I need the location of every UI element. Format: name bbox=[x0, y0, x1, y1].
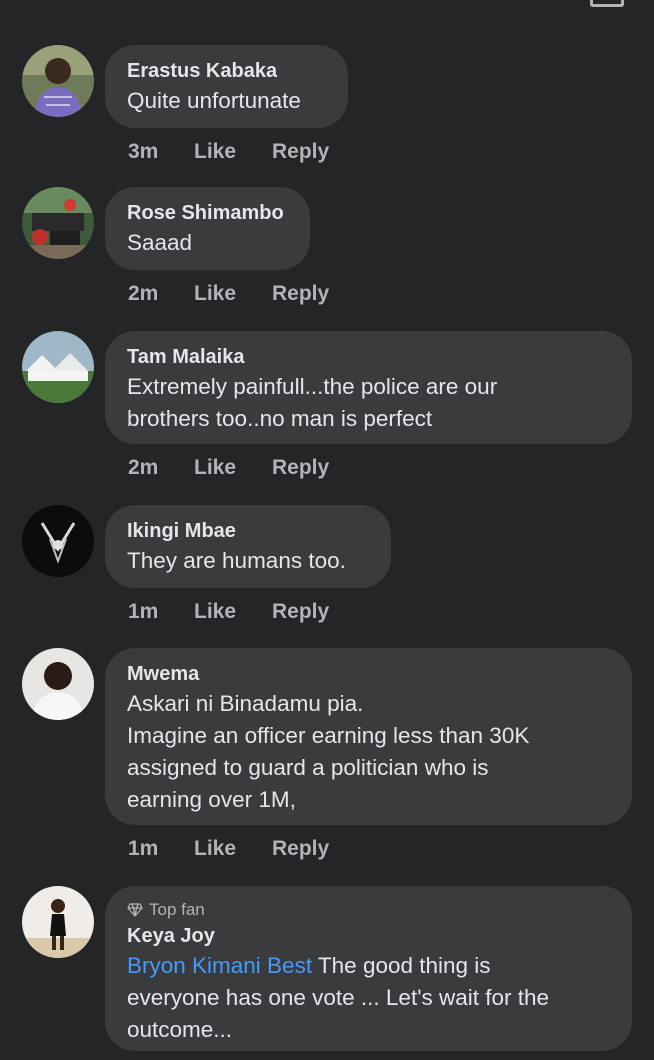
avatar[interactable] bbox=[22, 331, 94, 403]
comment-text-line: outcome... bbox=[127, 1017, 233, 1042]
comment-bubble: Erastus Kabaka Quite unfortunate bbox=[105, 45, 348, 128]
comment-actions: 1m Like Reply bbox=[128, 837, 329, 861]
comment-time[interactable]: 1m bbox=[128, 600, 194, 624]
commenter-name[interactable]: Ikingi Mbae bbox=[127, 517, 369, 545]
comment-text: Quite unfortunate bbox=[127, 88, 301, 113]
comment-text-line: everyone has one vote ... Let's wait for… bbox=[127, 985, 550, 1010]
avatar[interactable] bbox=[22, 45, 94, 117]
like-button[interactable]: Like bbox=[194, 456, 272, 480]
comment-text: Saaad bbox=[127, 230, 193, 255]
reply-button[interactable]: Reply bbox=[272, 837, 329, 861]
comment-bubble: Tam Malaika Extremely painfull...the pol… bbox=[105, 331, 632, 444]
comment-bubble: Mwema Askari ni Binadamu pia. Imagine an… bbox=[105, 648, 632, 825]
comment-bubble: Rose Shimambo Saaad bbox=[105, 187, 310, 270]
comment-text-line: Imagine an officer earning less than 30K bbox=[127, 723, 530, 748]
comment-time[interactable]: 2m bbox=[128, 282, 194, 306]
comment-text-line: earning over 1M, bbox=[127, 787, 296, 812]
comment-time[interactable]: 2m bbox=[128, 456, 194, 480]
comment-actions: 2m Like Reply bbox=[128, 456, 329, 480]
comment-time[interactable]: 1m bbox=[128, 837, 194, 861]
comment-actions: 2m Like Reply bbox=[128, 282, 329, 306]
reply-button[interactable]: Reply bbox=[272, 140, 329, 164]
commenter-name[interactable]: Mwema bbox=[127, 660, 610, 688]
comment-bubble: Ikingi Mbae They are humans too. bbox=[105, 505, 391, 588]
reply-button[interactable]: Reply bbox=[272, 282, 329, 306]
comment-actions: 3m Like Reply bbox=[128, 140, 329, 164]
comment-text-line: Extremely painfull...the police are our bbox=[127, 374, 498, 399]
comment-bubble: Top fan Keya Joy Bryon Kimani Best The g… bbox=[105, 886, 632, 1051]
avatar[interactable] bbox=[22, 886, 94, 958]
comment-text: They are humans too. bbox=[127, 548, 346, 573]
comment-actions: 1m Like Reply bbox=[128, 600, 329, 624]
commenter-name[interactable]: Keya Joy bbox=[127, 922, 610, 950]
top-menu-icon[interactable] bbox=[590, 0, 624, 7]
comment-text-line: brothers too..no man is perfect bbox=[127, 406, 433, 431]
commenter-name[interactable]: Tam Malaika bbox=[127, 343, 610, 371]
top-fan-badge: Top fan bbox=[127, 898, 610, 922]
like-button[interactable]: Like bbox=[194, 140, 272, 164]
like-button[interactable]: Like bbox=[194, 837, 272, 861]
commenter-name[interactable]: Rose Shimambo bbox=[127, 199, 288, 227]
reply-button[interactable]: Reply bbox=[272, 456, 329, 480]
avatar[interactable] bbox=[22, 648, 94, 720]
like-button[interactable]: Like bbox=[194, 282, 272, 306]
comment-text-line: Askari ni Binadamu pia. bbox=[127, 691, 364, 716]
avatar[interactable] bbox=[22, 187, 94, 259]
comment-time[interactable]: 3m bbox=[128, 140, 194, 164]
comment-text-line: assigned to guard a politician who is bbox=[127, 755, 489, 780]
avatar[interactable] bbox=[22, 505, 94, 577]
like-button[interactable]: Like bbox=[194, 600, 272, 624]
comment-text-line: Bryon Kimani Best The good thing is bbox=[127, 950, 610, 982]
reply-button[interactable]: Reply bbox=[272, 600, 329, 624]
mention-link[interactable]: Bryon Kimani Best bbox=[127, 953, 312, 978]
diamond-icon bbox=[127, 903, 143, 917]
commenter-name[interactable]: Erastus Kabaka bbox=[127, 57, 326, 85]
badge-label: Top fan bbox=[149, 900, 205, 919]
comment-text-segment: The good thing is bbox=[312, 953, 491, 978]
